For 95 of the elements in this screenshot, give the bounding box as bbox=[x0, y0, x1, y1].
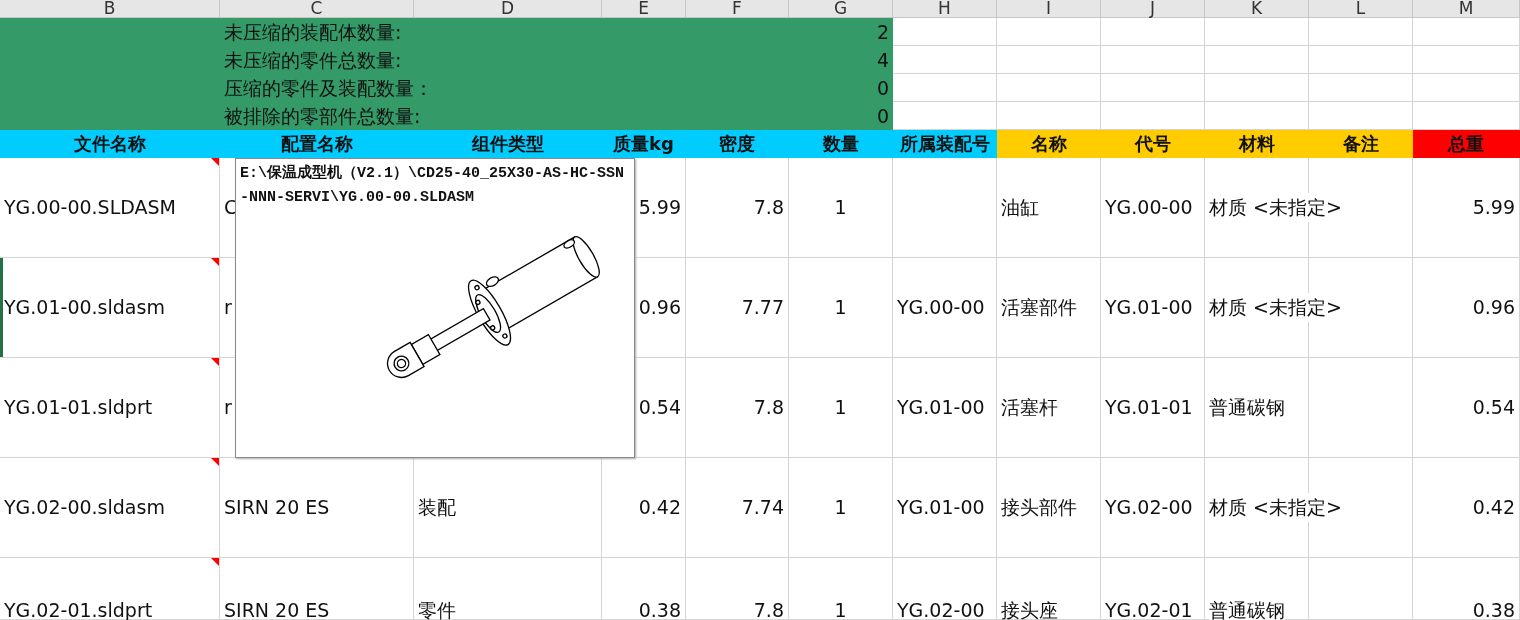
column-letter[interactable]: D bbox=[414, 0, 602, 18]
table-cell: 1 bbox=[789, 558, 893, 620]
column-letter[interactable]: B bbox=[0, 0, 220, 18]
grid-cell[interactable] bbox=[1309, 358, 1413, 458]
column-letter[interactable]: F bbox=[686, 0, 789, 18]
table-cell: YG.01-01.sldprt bbox=[0, 358, 220, 458]
table-cell: 活塞杆 bbox=[997, 358, 1101, 458]
column-header[interactable]: 文件名称 bbox=[0, 130, 220, 158]
grid-cell[interactable] bbox=[1101, 74, 1205, 102]
table-cell: 油缸 bbox=[997, 158, 1101, 258]
table-cell: 1 bbox=[789, 258, 893, 358]
column-letter[interactable]: J bbox=[1101, 0, 1205, 18]
grid-cell[interactable] bbox=[893, 18, 997, 46]
table-cell: 0.38 bbox=[602, 558, 686, 620]
summary-value: 0 bbox=[876, 75, 889, 101]
table-cell: YG.01-00.sldasm bbox=[0, 258, 220, 358]
grid-cell[interactable] bbox=[1205, 18, 1309, 46]
column-header[interactable]: 材料 bbox=[1205, 130, 1309, 158]
grid-cell[interactable] bbox=[1101, 18, 1205, 46]
table-cell: 接头部件 bbox=[997, 458, 1101, 558]
summary-value: 0 bbox=[876, 103, 889, 129]
table-cell: 5.99 bbox=[1413, 158, 1520, 258]
column-letter[interactable]: K bbox=[1205, 0, 1309, 18]
summary-label: 压缩的零件及装配数量： bbox=[224, 75, 433, 101]
summary-label: 被排除的零部件总数量: bbox=[224, 103, 421, 129]
table-cell: 1 bbox=[789, 158, 893, 258]
table-cell: 7.8 bbox=[686, 558, 789, 620]
column-letter[interactable]: M bbox=[1413, 0, 1520, 18]
grid-cell[interactable] bbox=[1309, 558, 1413, 620]
grid-cell[interactable] bbox=[1309, 74, 1413, 102]
column-header[interactable]: 名称 bbox=[997, 130, 1101, 158]
table-cell: 材质 <未指定> bbox=[1209, 193, 1342, 222]
grid-cell[interactable] bbox=[997, 18, 1101, 46]
grid-cell[interactable] bbox=[1205, 74, 1309, 102]
grid-cell[interactable] bbox=[1413, 18, 1520, 46]
column-letter[interactable]: C bbox=[220, 0, 414, 18]
table-cell: 1 bbox=[789, 458, 893, 558]
column-header[interactable]: 备注 bbox=[1309, 130, 1413, 158]
column-letter[interactable]: H bbox=[893, 0, 997, 18]
table-cell: 材质 <未指定> bbox=[1209, 293, 1342, 322]
table-cell: 材质 <未指定> bbox=[1209, 493, 1342, 522]
table-cell: 0.42 bbox=[1413, 458, 1520, 558]
table-cell: YG.02-01 bbox=[1101, 558, 1205, 620]
table-cell: YG.02-00 bbox=[893, 558, 997, 620]
table-cell: YG.02-00.sldasm bbox=[0, 458, 220, 558]
table-cell: YG.01-01 bbox=[1101, 358, 1205, 458]
summary-value: 2 bbox=[876, 19, 889, 45]
grid-cell[interactable] bbox=[1413, 74, 1520, 102]
table-cell: YG.01-00 bbox=[893, 358, 997, 458]
table-cell: 7.74 bbox=[686, 458, 789, 558]
column-header[interactable]: 组件类型 bbox=[414, 130, 602, 158]
table-cell: 0.38 bbox=[1413, 558, 1520, 620]
table-cell: 活塞部件 bbox=[997, 258, 1101, 358]
grid-cell[interactable] bbox=[893, 46, 997, 74]
column-header[interactable]: 代号 bbox=[1101, 130, 1205, 158]
table-cell: 7.8 bbox=[686, 358, 789, 458]
grid-cell[interactable] bbox=[997, 46, 1101, 74]
table-cell: YG.00-00.SLDASM bbox=[0, 158, 220, 258]
table-cell: 1 bbox=[789, 358, 893, 458]
table-cell: 7.77 bbox=[686, 258, 789, 358]
grid-cell[interactable] bbox=[893, 74, 997, 102]
grid-cell[interactable] bbox=[1413, 46, 1520, 74]
column-header[interactable]: 总重 bbox=[1413, 130, 1520, 158]
table-cell: YG.01-00 bbox=[893, 458, 997, 558]
column-header[interactable]: 质量kg bbox=[602, 130, 686, 158]
column-header[interactable]: 配置名称 bbox=[220, 130, 414, 158]
table-cell: YG.00-00 bbox=[893, 258, 997, 358]
column-letter[interactable]: L bbox=[1309, 0, 1413, 18]
grid-cell[interactable] bbox=[893, 158, 997, 258]
table-cell: 0.54 bbox=[1413, 358, 1520, 458]
grid-cell[interactable] bbox=[997, 74, 1101, 102]
grid-cell[interactable] bbox=[1205, 46, 1309, 74]
summary-label: 未压缩的装配体数量: bbox=[224, 19, 402, 45]
column-letter[interactable]: I bbox=[997, 0, 1101, 18]
table-cell: YG.01-00 bbox=[1101, 258, 1205, 358]
summary-label: 未压缩的零件总数量: bbox=[224, 47, 402, 73]
grid-cell[interactable] bbox=[1309, 158, 1413, 258]
table-cell: 0.96 bbox=[1413, 258, 1520, 358]
column-letter[interactable]: E bbox=[602, 0, 686, 18]
grid-cell[interactable] bbox=[1309, 18, 1413, 46]
table-cell: 接头座 bbox=[997, 558, 1101, 620]
table-cell: 7.8 bbox=[686, 158, 789, 258]
table-cell: SIRN 20 ES bbox=[220, 558, 414, 620]
column-header[interactable]: 密度 bbox=[686, 130, 789, 158]
column-letter[interactable]: G bbox=[789, 0, 893, 18]
grid-cell[interactable] bbox=[1309, 258, 1413, 358]
grid-cell[interactable] bbox=[1309, 458, 1413, 558]
column-header[interactable]: 所属装配号 bbox=[893, 130, 997, 158]
summary-value: 4 bbox=[876, 47, 889, 73]
table-cell: YG.02-00 bbox=[1101, 458, 1205, 558]
table-cell: 零件 bbox=[414, 558, 602, 620]
grid-cell[interactable] bbox=[1101, 46, 1205, 74]
table-cell: YG.00-00 bbox=[1101, 158, 1205, 258]
grid-cell[interactable] bbox=[1309, 46, 1413, 74]
column-header[interactable]: 数量 bbox=[789, 130, 893, 158]
